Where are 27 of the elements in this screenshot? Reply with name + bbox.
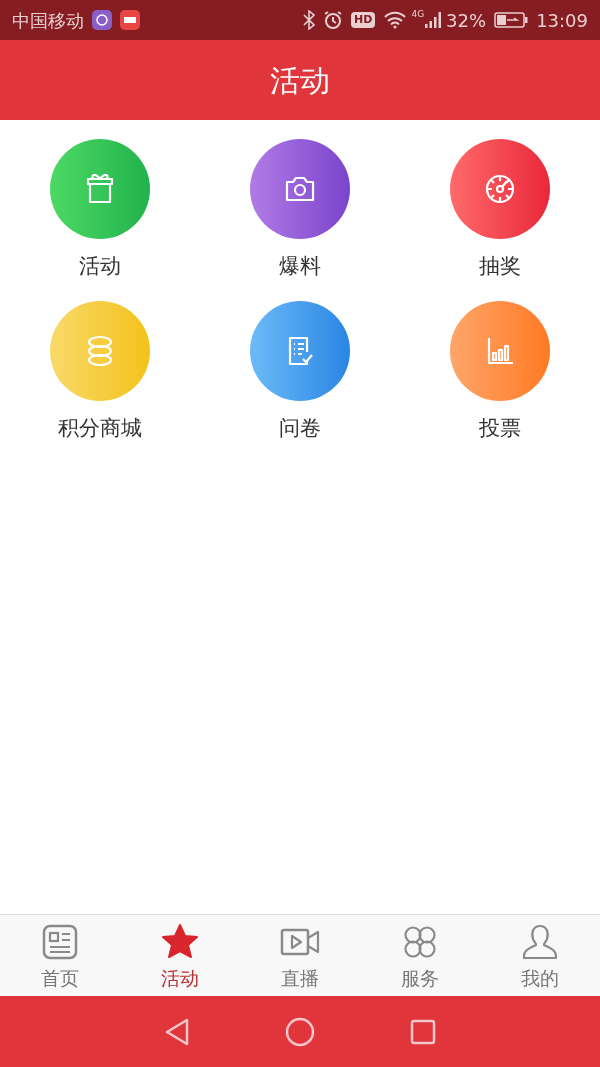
app-icon [120,10,140,30]
wifi-icon [383,11,408,29]
recents-icon[interactable] [410,1018,436,1045]
feature-label[interactable]: 积分商城 [58,413,142,443]
page-title: 活动 [270,61,330,100]
battery-percent: 32% [446,8,487,33]
carrier-name: 中国移动 [12,8,84,33]
back-icon[interactable] [164,1017,190,1046]
clock-time: 13:09 [536,8,588,33]
signal-icon [424,11,443,29]
feature-label[interactable]: 抽奖 [479,251,521,281]
hd-badge: HD [351,12,376,28]
feature-label[interactable]: 投票 [479,413,521,443]
app-icon [92,10,112,30]
feature-label[interactable]: 活动 [79,251,121,281]
bluetooth-icon [303,10,316,30]
nav-tab[interactable]: 服务 [360,915,480,996]
feature-label[interactable]: 问卷 [279,413,321,443]
home-icon[interactable] [285,1016,315,1047]
nav-tab[interactable]: 我的 [480,915,600,996]
battery-icon [494,11,529,29]
nav-tab[interactable]: 活动 [120,915,240,996]
network-type: 4G [411,8,425,21]
feature-label[interactable]: 爆料 [279,251,321,281]
nav-tab[interactable]: 首页 [0,915,120,996]
nav-tab[interactable]: 直播 [240,915,360,996]
alarm-icon [323,10,344,30]
